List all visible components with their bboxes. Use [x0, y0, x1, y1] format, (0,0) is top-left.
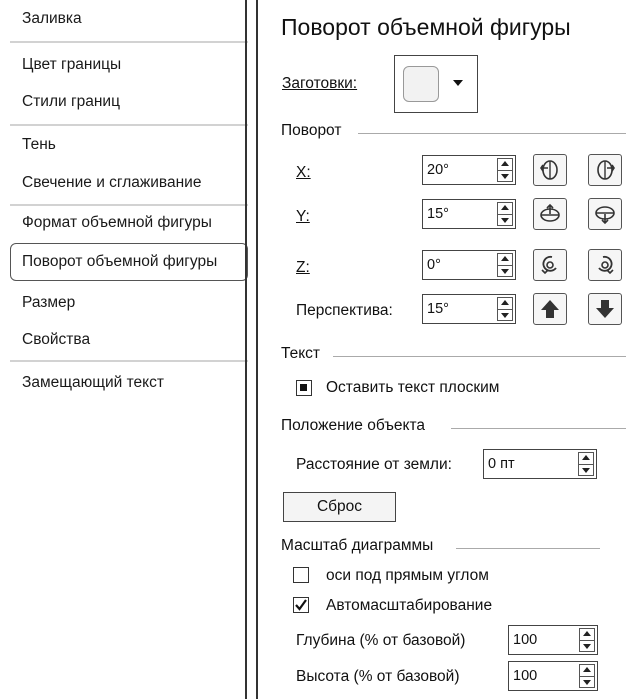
rotate-clockwise-icon	[598, 255, 614, 275]
perspective-label: Перспектива:	[296, 302, 393, 320]
z-rotation-input[interactable]: 0°	[422, 250, 516, 280]
sidebar-item-glow-soft-edges[interactable]: Свечение и сглаживание	[22, 174, 201, 192]
reset-button[interactable]: Сброс	[283, 492, 396, 522]
distance-from-ground-label: Расстояние от земли:	[296, 456, 452, 473]
rotate-up-button[interactable]	[533, 198, 567, 230]
rotate-right-button[interactable]	[588, 154, 622, 186]
pane-divider	[256, 0, 258, 699]
y-rotation-input[interactable]: 15°	[422, 199, 516, 229]
sidebar-item-fill[interactable]: Заливка	[22, 10, 82, 28]
keep-text-flat-label: Оставить текст плоским	[326, 379, 500, 396]
keep-text-flat-checkbox[interactable]	[296, 380, 312, 396]
right-angle-axes-checkbox[interactable]	[293, 567, 309, 583]
spinner-arrows[interactable]	[497, 297, 513, 321]
group-divider	[333, 356, 626, 357]
x-rotation-value: 20°	[427, 162, 449, 178]
rotation-group-label: Поворот	[281, 122, 342, 139]
spinner-arrows[interactable]	[497, 253, 513, 277]
sidebar-item-alt-text[interactable]: Замещающий текст	[22, 374, 164, 392]
rotate-clockwise-button[interactable]	[588, 249, 622, 281]
rotate-right-icon	[597, 160, 615, 180]
divider	[10, 204, 248, 206]
sidebar-item-size[interactable]: Размер	[22, 294, 75, 312]
checkbox-indicator	[300, 384, 307, 391]
height-input[interactable]: 100	[508, 661, 598, 691]
group-divider	[456, 548, 600, 549]
perspective-widen-button[interactable]	[588, 293, 622, 325]
autoscale-checkbox[interactable]	[293, 597, 309, 613]
chevron-down-icon	[453, 80, 463, 86]
rotate-up-icon	[540, 203, 560, 222]
group-divider	[451, 428, 626, 429]
height-value: 100	[513, 668, 538, 684]
rotate-counterclockwise-button[interactable]	[533, 249, 567, 281]
sidebar-item-3d-rotation-label: Поворот объемной фигуры	[22, 253, 218, 270]
rotate-left-icon	[540, 160, 558, 180]
distance-from-ground-input[interactable]: 0 пт	[483, 449, 597, 479]
divider	[10, 41, 248, 43]
perspective-narrow-button[interactable]	[533, 293, 567, 325]
sidebar-item-properties[interactable]: Свойства	[22, 331, 90, 349]
z-label: Z:	[296, 259, 310, 276]
group-divider	[358, 133, 626, 134]
sidebar-item-border-color[interactable]: Цвет границы	[22, 56, 121, 74]
divider	[10, 360, 248, 362]
height-label: Высота (% от базовой)	[296, 668, 460, 685]
rotate-down-button[interactable]	[588, 198, 622, 230]
spinner-arrows[interactable]	[497, 158, 513, 182]
position-group-label: Положение объекта	[281, 417, 426, 434]
arrow-down-icon	[596, 300, 614, 318]
sidebar-item-border-styles[interactable]: Стили границ	[22, 93, 120, 111]
divider	[10, 124, 248, 126]
sidebar-item-3d-format[interactable]: Формат объемной фигуры	[22, 214, 212, 232]
spinner-arrows[interactable]	[578, 452, 594, 476]
depth-value: 100	[513, 632, 538, 648]
spinner-arrows[interactable]	[497, 202, 513, 226]
spinner-arrows[interactable]	[579, 628, 595, 652]
sidebar-item-shadow[interactable]: Тень	[22, 136, 56, 154]
x-label: X:	[296, 164, 311, 181]
z-rotation-value: 0°	[427, 257, 441, 273]
rotate-counterclockwise-icon	[541, 255, 557, 275]
distance-from-ground-value: 0 пт	[488, 456, 515, 472]
y-label: Y:	[296, 208, 310, 225]
x-rotation-input[interactable]: 20°	[422, 155, 516, 185]
right-angle-axes-label: оси под прямым углом	[326, 567, 489, 584]
depth-label: Глубина (% от базовой)	[296, 632, 466, 649]
perspective-value: 15°	[427, 301, 449, 317]
spinner-arrows[interactable]	[579, 664, 595, 688]
text-group-label: Текст	[281, 345, 321, 362]
autoscale-label: Автомасштабирование	[326, 597, 493, 614]
y-rotation-value: 15°	[427, 206, 449, 222]
preset-preview	[403, 66, 439, 102]
rotate-down-icon	[595, 206, 615, 225]
chart-scale-group-label: Масштаб диаграммы	[281, 537, 434, 554]
page-title: Поворот объемной фигуры	[281, 14, 571, 40]
depth-input[interactable]: 100	[508, 625, 598, 655]
perspective-label-text: Перспектива:	[296, 302, 393, 319]
rotate-left-button[interactable]	[533, 154, 567, 186]
perspective-input[interactable]: 15°	[422, 294, 516, 324]
presets-dropdown[interactable]	[394, 55, 478, 113]
arrow-up-icon	[541, 300, 559, 318]
presets-label: Заготовки:	[282, 75, 358, 92]
checkmark-icon	[295, 599, 307, 611]
pane-divider	[245, 0, 247, 699]
